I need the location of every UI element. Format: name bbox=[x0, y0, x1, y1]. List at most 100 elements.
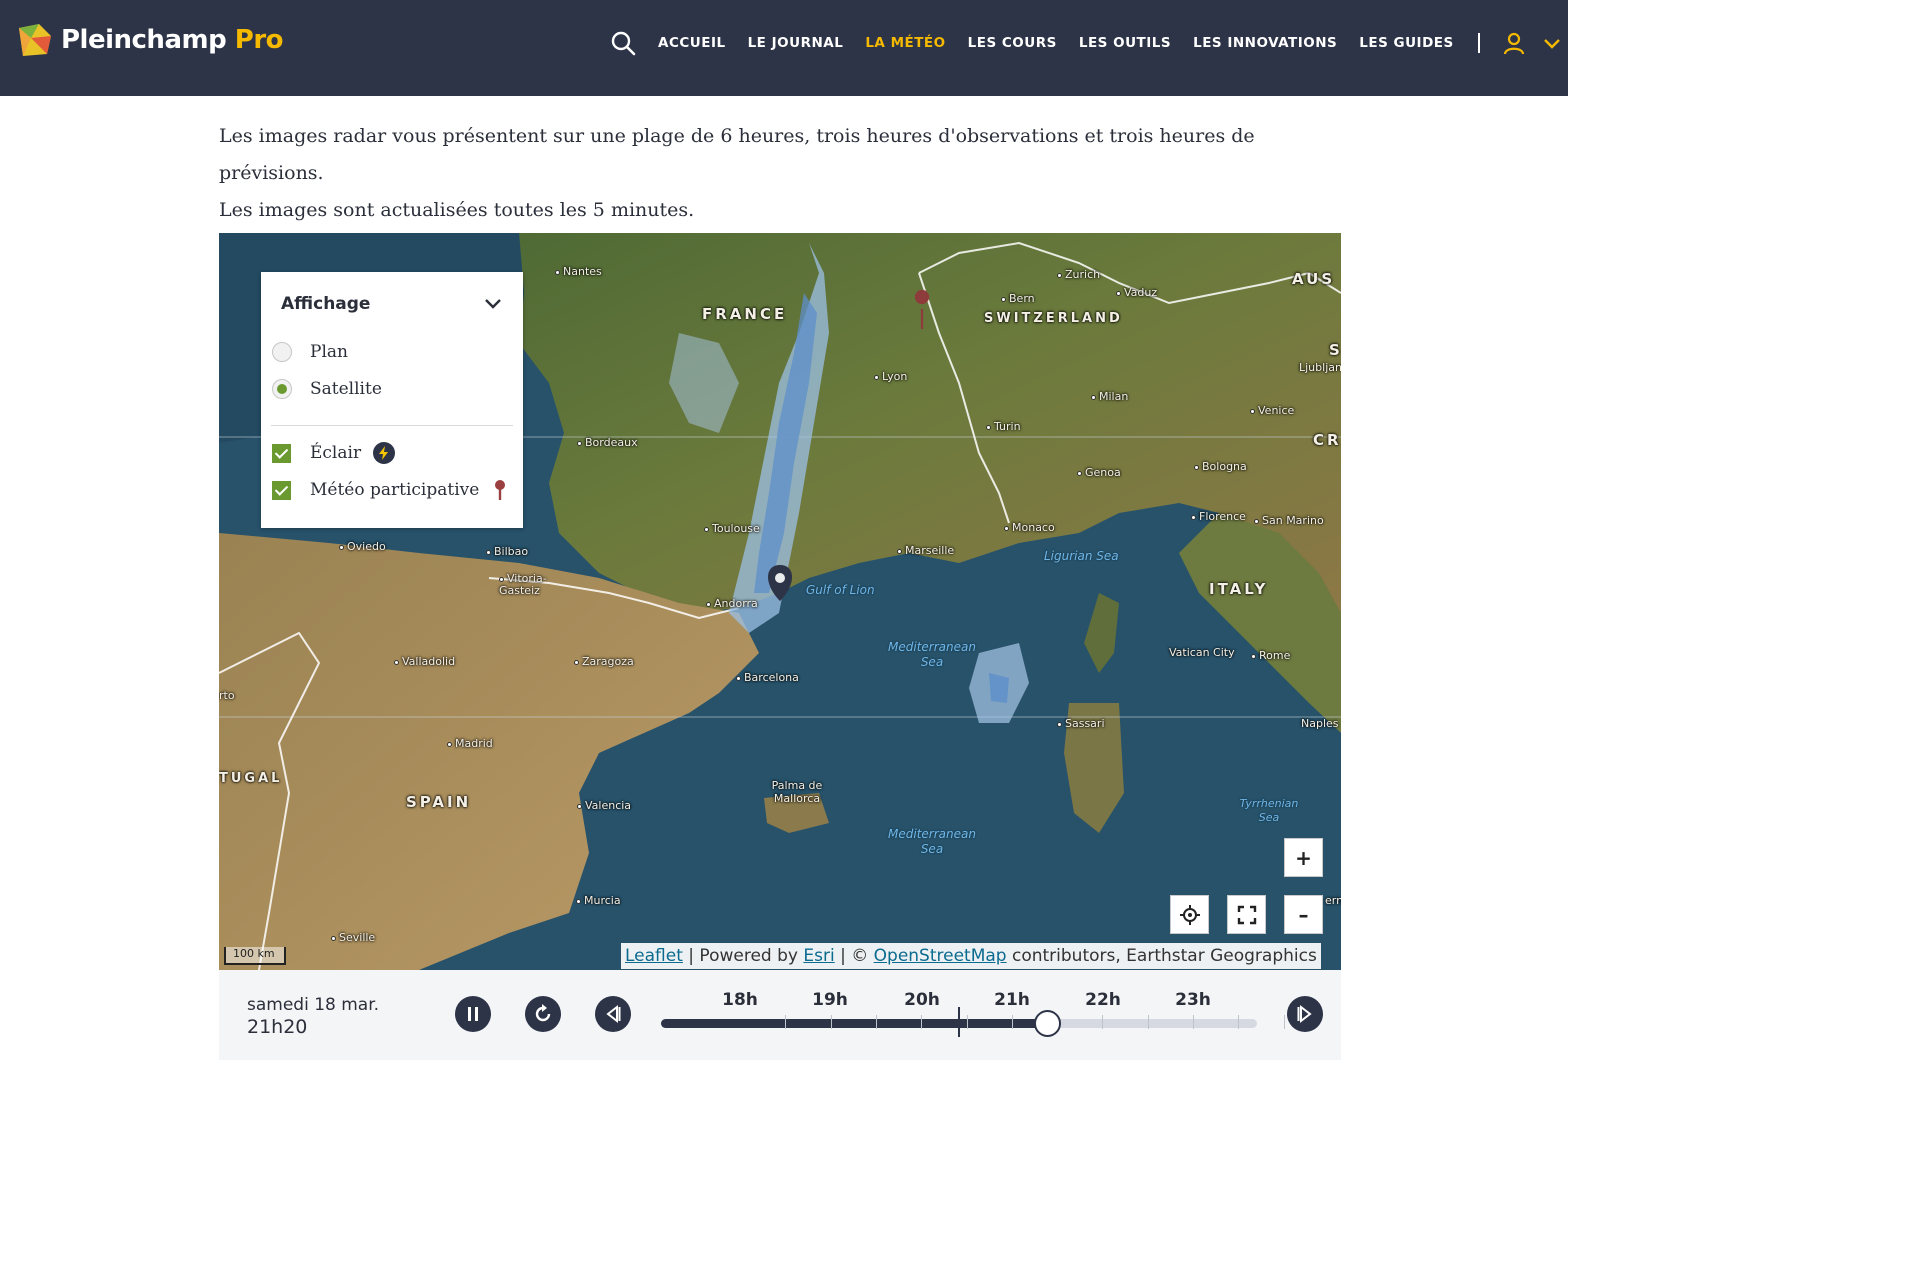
label-city: Sassari bbox=[1057, 717, 1105, 730]
map-scale: 100 km bbox=[224, 947, 286, 965]
map-attribution: Leaflet | Powered by Esri | © OpenStreet… bbox=[621, 943, 1321, 969]
nav-le-journal[interactable]: LE JOURNAL bbox=[748, 35, 844, 51]
step-forward-icon bbox=[1297, 1004, 1312, 1024]
label-city: Andorra bbox=[706, 597, 758, 610]
step-back-button[interactable] bbox=[595, 996, 631, 1032]
label-sea: Mediterranean Sea bbox=[888, 640, 976, 669]
label-city: Vitoria-Gasteiz bbox=[499, 572, 547, 597]
label-city: Marseille bbox=[897, 544, 954, 557]
city-dot-icon bbox=[897, 548, 902, 554]
label-country: CR bbox=[1313, 431, 1341, 449]
city-dot-icon bbox=[447, 741, 452, 747]
label-country: S bbox=[1329, 341, 1341, 359]
city-dot-icon bbox=[1250, 408, 1255, 414]
attribution-text: | © bbox=[834, 946, 874, 966]
fullscreen-button[interactable] bbox=[1227, 895, 1266, 934]
city-dot-icon bbox=[704, 526, 709, 532]
radio-plan[interactable] bbox=[272, 342, 292, 362]
city-dot-icon bbox=[577, 440, 582, 446]
chevron-down-icon[interactable] bbox=[483, 294, 503, 314]
nav-les-outils[interactable]: LES OUTILS bbox=[1079, 35, 1171, 51]
checkbox-eclair[interactable] bbox=[272, 443, 291, 463]
overlay-meteo-participative[interactable]: Météo participative bbox=[272, 479, 507, 501]
crosshair-icon bbox=[1179, 904, 1200, 925]
openstreetmap-link[interactable]: OpenStreetMap bbox=[874, 946, 1007, 966]
timeline-slider-handle[interactable] bbox=[1034, 1010, 1062, 1037]
base-layer-satellite[interactable]: Satellite bbox=[272, 379, 382, 399]
label-country: AUS bbox=[1292, 270, 1336, 288]
city-dot-icon bbox=[1057, 272, 1062, 278]
zoom-in-button[interactable]: + bbox=[1284, 838, 1323, 877]
label-city: Florence bbox=[1191, 510, 1246, 523]
attribution-text: | Powered by bbox=[682, 946, 804, 966]
city-dot-icon bbox=[331, 935, 336, 941]
lightning-icon bbox=[373, 442, 396, 464]
label-city: Venice bbox=[1250, 404, 1294, 417]
city-dot-icon bbox=[874, 374, 879, 380]
label-city: Turin bbox=[986, 420, 1021, 433]
user-icon[interactable] bbox=[1502, 31, 1526, 55]
leaflet-link[interactable]: Leaflet bbox=[625, 946, 683, 966]
search-icon[interactable] bbox=[610, 30, 636, 56]
label-country: TUGAL bbox=[219, 771, 283, 786]
checkbox-meteo-participative[interactable] bbox=[272, 480, 291, 500]
label-city: Zurich bbox=[1057, 268, 1100, 281]
site-logo[interactable]: Pleinchamp Pro bbox=[17, 22, 284, 58]
city-dot-icon bbox=[736, 675, 741, 681]
label-city: Toulouse bbox=[704, 522, 760, 535]
label-city: Valladolid bbox=[394, 655, 455, 668]
nav-les-cours[interactable]: LES COURS bbox=[968, 35, 1057, 51]
pause-button[interactable] bbox=[455, 996, 491, 1032]
label-city: Milan bbox=[1091, 390, 1128, 403]
chevron-down-icon[interactable] bbox=[1542, 33, 1562, 53]
city-dot-icon bbox=[1057, 721, 1062, 727]
city-dot-icon bbox=[1194, 464, 1199, 470]
nav-separator bbox=[1477, 33, 1480, 53]
city-dot-icon bbox=[1077, 470, 1082, 476]
radar-intro-text: Les images radar vous présentent sur une… bbox=[219, 118, 1349, 229]
label-city: Naples bbox=[1301, 717, 1339, 730]
locate-button[interactable] bbox=[1170, 895, 1209, 934]
zoom-out-button[interactable]: – bbox=[1284, 895, 1323, 934]
timeline-tick bbox=[1102, 1015, 1104, 1029]
city-dot-icon bbox=[1116, 290, 1121, 296]
current-time: 21h20 bbox=[247, 1016, 308, 1038]
option-label: Satellite bbox=[310, 379, 382, 399]
label-city: Lyon bbox=[874, 370, 907, 383]
nav-la-meteo[interactable]: LA MÉTÉO bbox=[865, 35, 945, 51]
label-city: Rome bbox=[1251, 649, 1290, 662]
label-city: Genoa bbox=[1077, 466, 1121, 479]
city-dot-icon bbox=[986, 424, 991, 430]
label-city: Madrid bbox=[447, 737, 493, 750]
refresh-icon bbox=[535, 1004, 551, 1022]
radar-timeline: samedi 18 mar. 21h20 18h 19h 20h 21h 22h… bbox=[219, 970, 1341, 1060]
label-city: Valencia bbox=[577, 799, 631, 812]
nav-accueil[interactable]: ACCUEIL bbox=[658, 35, 726, 51]
label-city: Palma de Mallorca bbox=[771, 779, 823, 805]
current-datetime: samedi 18 mar. 21h20 bbox=[247, 994, 379, 1038]
pause-icon bbox=[468, 1007, 478, 1021]
nav-les-innovations[interactable]: LES INNOVATIONS bbox=[1193, 35, 1337, 51]
label-city: ern bbox=[1325, 894, 1341, 907]
label-city: Bologna bbox=[1194, 460, 1247, 473]
step-forward-button[interactable] bbox=[1287, 996, 1323, 1032]
base-layer-plan[interactable]: Plan bbox=[272, 342, 348, 362]
label-country: SPAIN bbox=[406, 793, 472, 811]
radar-map[interactable]: FRANCE SWITZERLAND AUS SPAIN ITALY TUGAL… bbox=[219, 233, 1341, 970]
now-marker bbox=[958, 1007, 960, 1037]
overlay-eclair[interactable]: Éclair bbox=[272, 442, 396, 464]
label-city: Monaco bbox=[1004, 521, 1055, 534]
current-day: samedi 18 mar. bbox=[247, 995, 380, 1015]
panel-title: Affichage bbox=[281, 294, 371, 314]
city-dot-icon bbox=[1191, 514, 1196, 520]
radio-satellite[interactable] bbox=[272, 379, 292, 399]
nav-les-guides[interactable]: LES GUIDES bbox=[1359, 35, 1453, 51]
city-dot-icon bbox=[1001, 296, 1006, 302]
refresh-button[interactable] bbox=[525, 996, 561, 1032]
label-city: Zaragoza bbox=[574, 655, 634, 668]
label-city: Seville bbox=[331, 931, 375, 944]
timeline-tick bbox=[921, 1015, 923, 1029]
logo-mark-icon bbox=[19, 24, 51, 56]
label-sea: Gulf of Lion bbox=[806, 583, 875, 597]
esri-link[interactable]: Esri bbox=[803, 946, 834, 966]
